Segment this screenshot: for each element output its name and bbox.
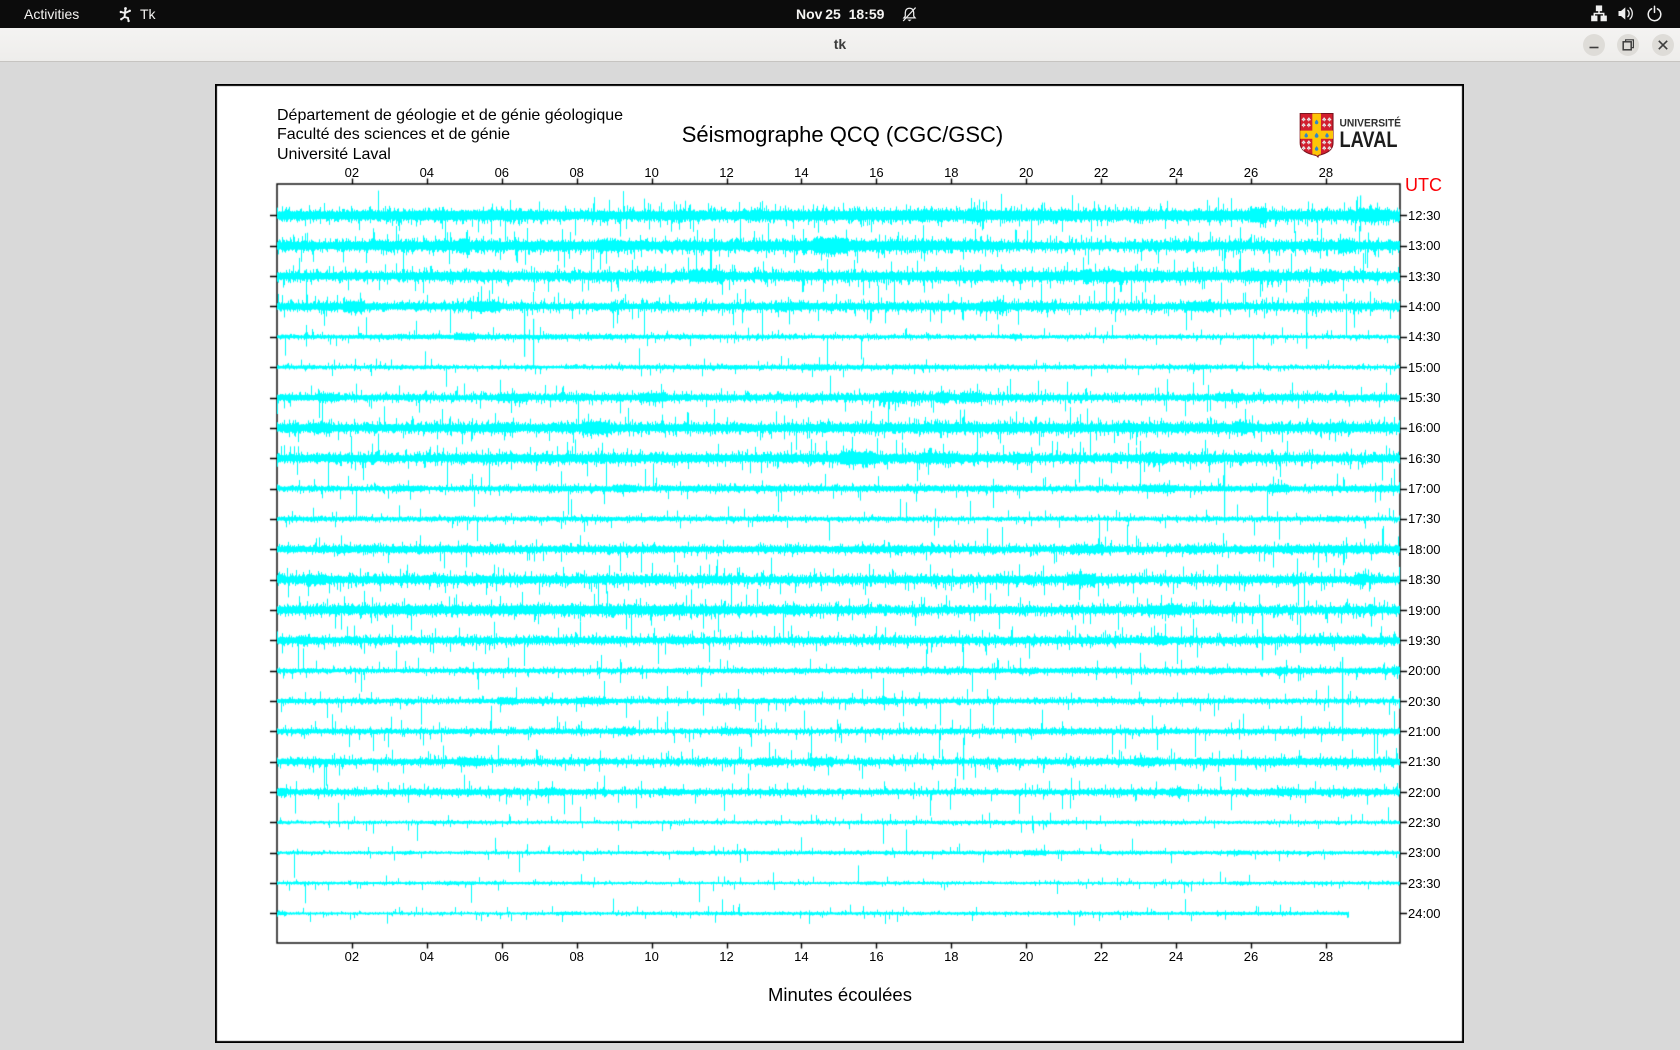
- svg-text:LAVAL: LAVAL: [1340, 127, 1398, 152]
